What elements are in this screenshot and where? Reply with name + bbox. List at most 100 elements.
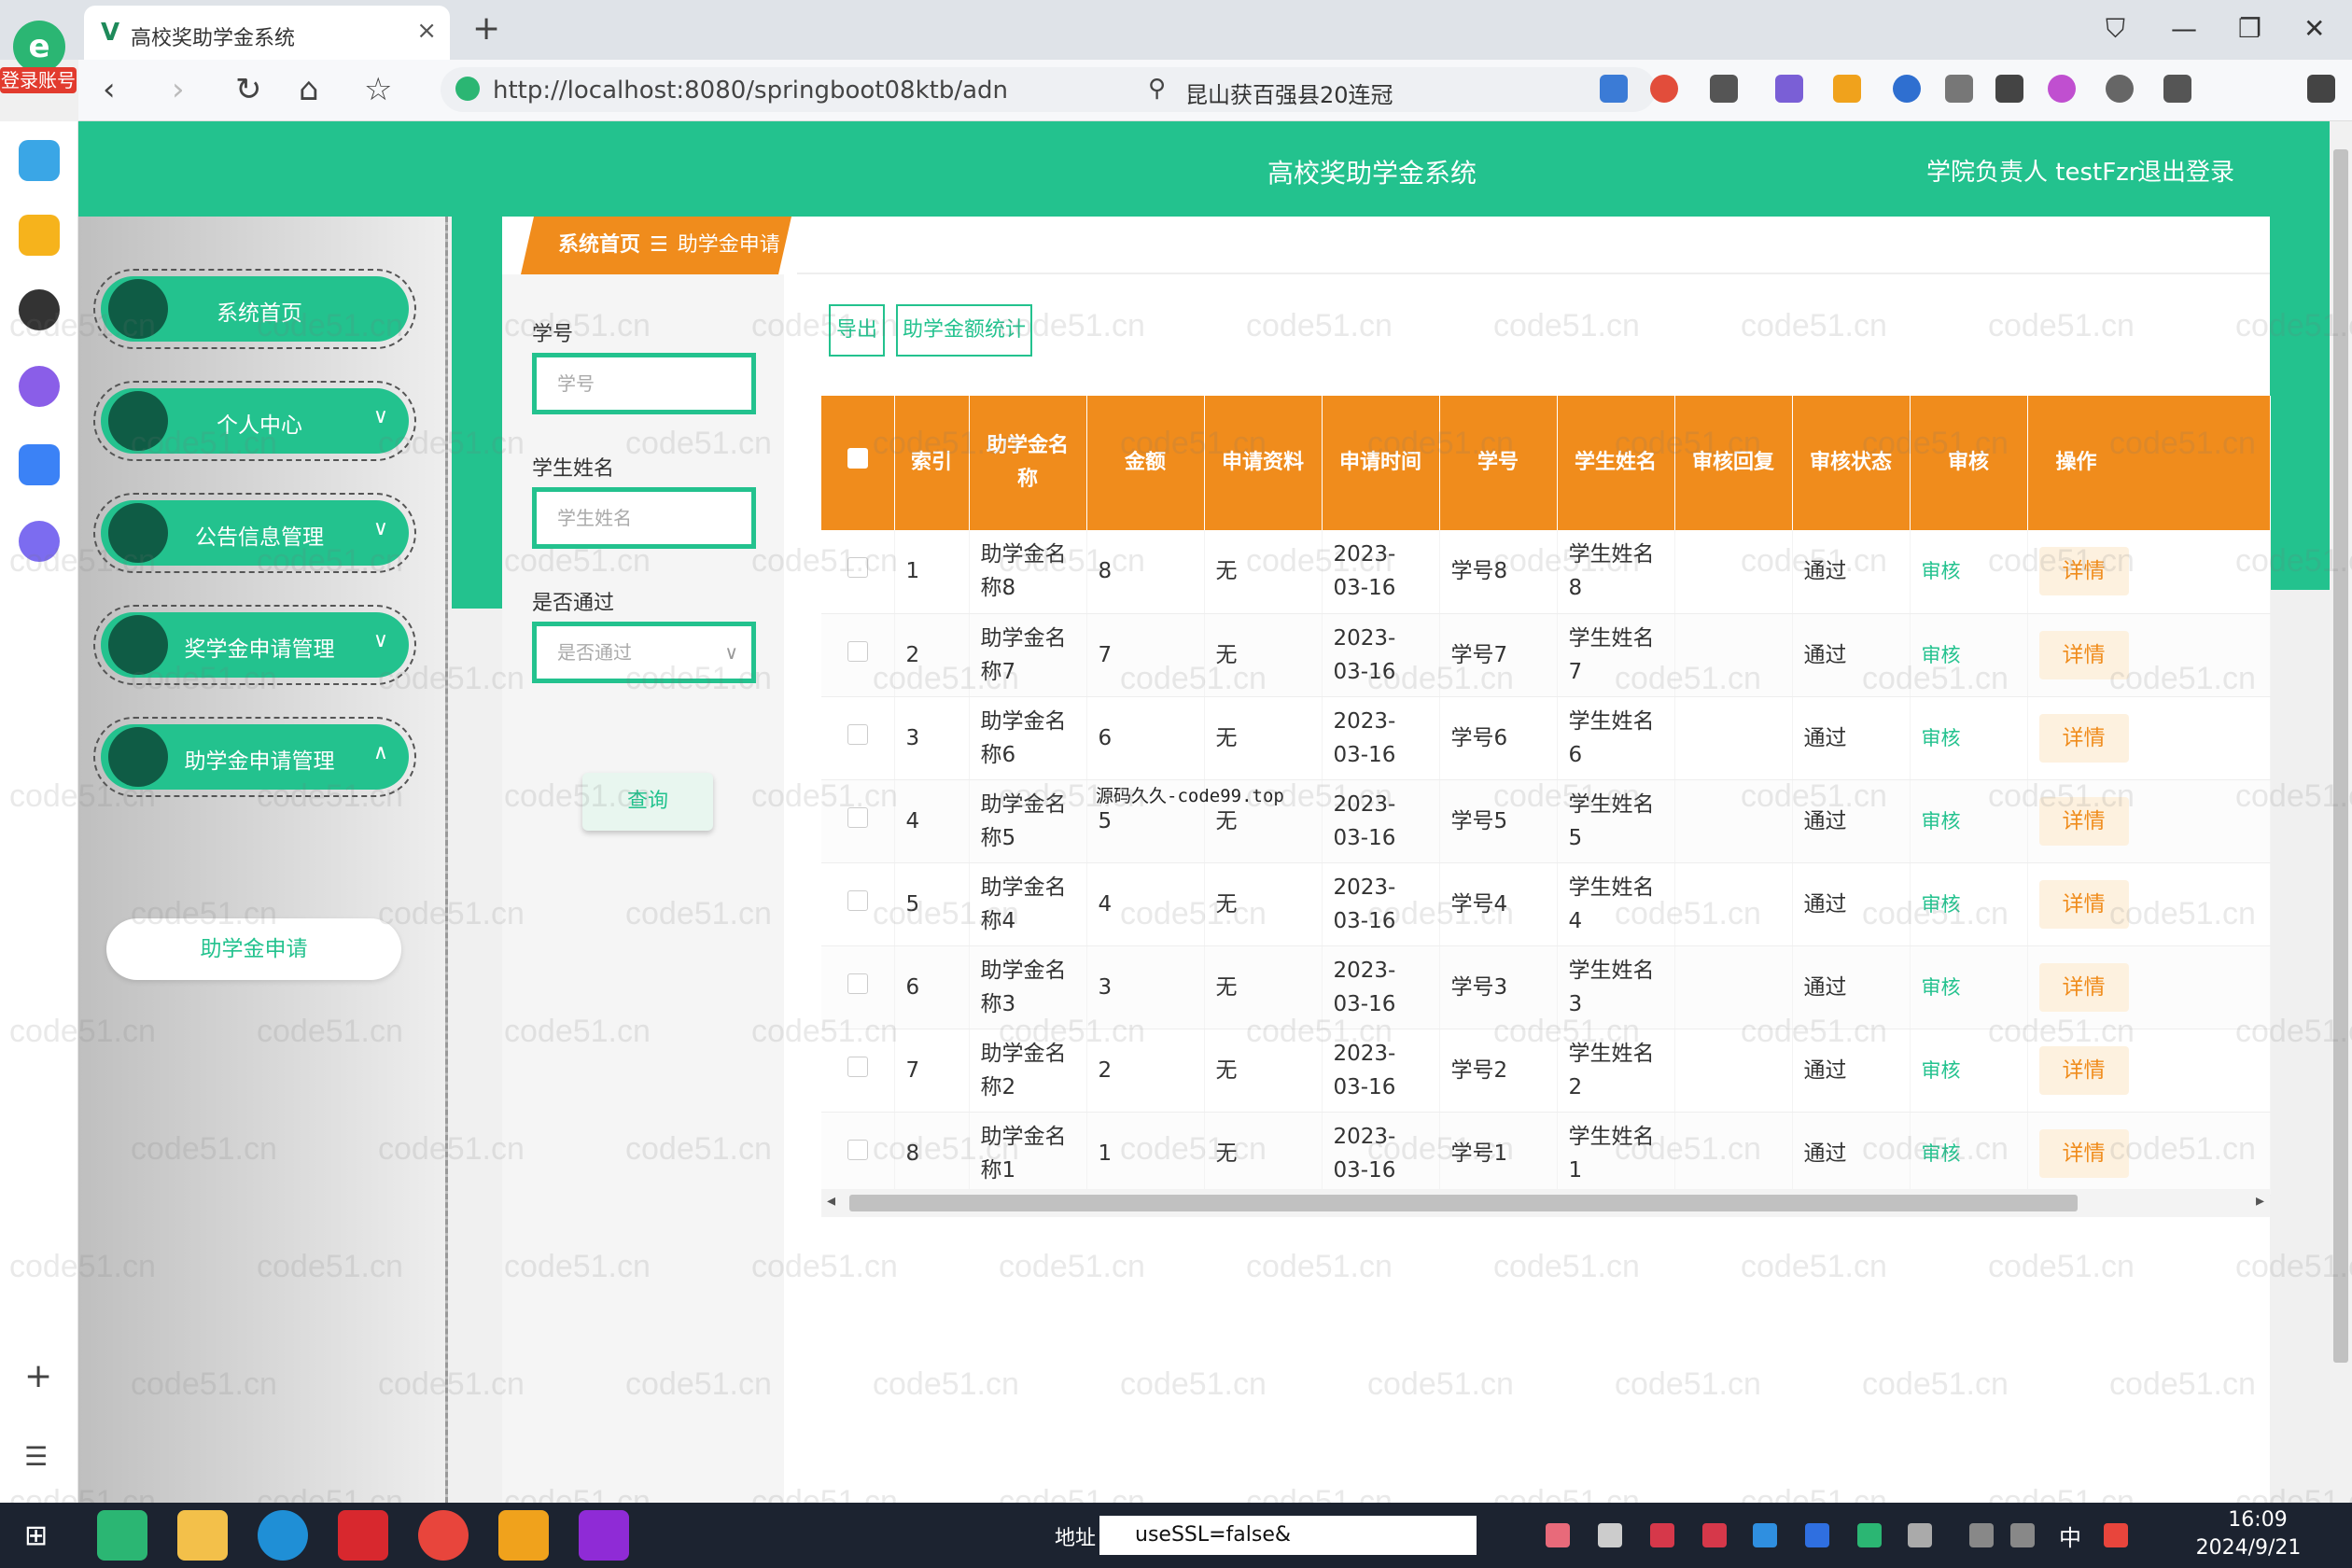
menu-icon[interactable] — [2307, 75, 2335, 103]
file-explorer-icon[interactable] — [177, 1510, 228, 1561]
grid-icon[interactable] — [1995, 75, 2023, 103]
edge-icon[interactable] — [258, 1510, 308, 1561]
home-icon[interactable]: ⌂ — [299, 71, 319, 108]
review-link[interactable]: 审核 — [1922, 1059, 1961, 1082]
network-icon[interactable] — [1908, 1523, 1932, 1547]
restore-icon[interactable]: ❐ — [2238, 13, 2261, 44]
review-link[interactable]: 审核 — [1922, 1142, 1961, 1165]
row-checkbox[interactable] — [847, 557, 868, 579]
sidebar-item-personal-center[interactable]: 个人中心 ∨ — [93, 381, 416, 461]
window-close-icon[interactable]: ✕ — [2303, 13, 2325, 44]
review-link[interactable]: 审核 — [1922, 644, 1961, 666]
detail-button[interactable]: 详情 — [2038, 962, 2129, 1012]
row-checkbox[interactable] — [847, 1056, 868, 1077]
translate-app-icon[interactable] — [19, 140, 60, 181]
scrollbar-thumb[interactable] — [849, 1195, 2078, 1211]
breadcrumb-home[interactable]: 系统首页 — [558, 233, 640, 257]
tray-app-icon[interactable] — [1702, 1523, 1727, 1547]
sidebar-item-notice-management[interactable]: 公告信息管理 ∨ — [93, 493, 416, 573]
star-icon[interactable]: ☆ — [364, 71, 392, 108]
ime-indicator[interactable]: 中 — [2059, 1519, 2081, 1552]
row-checkbox[interactable] — [847, 640, 868, 662]
brightness-icon[interactable] — [2106, 75, 2134, 103]
clock-time[interactable]: 16:09 — [2178, 1508, 2337, 1532]
list-icon[interactable]: ☰ — [24, 1441, 48, 1472]
tray-app-icon[interactable] — [1650, 1523, 1674, 1547]
detail-button[interactable]: 详情 — [2038, 630, 2129, 679]
row-checkbox[interactable] — [847, 889, 868, 911]
row-checkbox[interactable] — [847, 1139, 868, 1160]
browser-search-box[interactable]: ⚲ 昆山获百强县20连冠 — [1133, 67, 1656, 112]
add-icon[interactable]: + — [24, 1357, 52, 1395]
ai-assistant-icon[interactable] — [19, 366, 60, 407]
review-link[interactable]: 审核 — [1922, 976, 1961, 999]
scrollbar-thumb[interactable] — [2333, 149, 2348, 1363]
tray-app-icon[interactable] — [1546, 1523, 1570, 1547]
address-bar[interactable]: http://localhost:8080/springboot08ktb/ad… — [441, 67, 1178, 112]
tray-app-icon[interactable] — [1805, 1523, 1829, 1547]
weibo-icon[interactable] — [1650, 75, 1678, 103]
review-link[interactable]: 审核 — [1922, 893, 1961, 916]
detail-button[interactable]: 详情 — [2038, 796, 2129, 846]
sidebar-item-scholarship-management[interactable]: 奖学金申请管理 ∨ — [93, 605, 416, 685]
browser-tab[interactable]: V 高校奖助学金系统 × — [84, 6, 450, 60]
browser-app-icon[interactable] — [97, 1510, 147, 1561]
minimize-icon[interactable]: — — [2171, 13, 2197, 44]
ide-icon[interactable] — [579, 1510, 629, 1561]
detail-button[interactable]: 详情 — [2038, 547, 2129, 596]
shield-icon[interactable] — [1833, 75, 1861, 103]
zoom-search-icon[interactable] — [1893, 75, 1921, 103]
shirt-icon[interactable]: ⛉ — [2106, 13, 2125, 45]
reload-icon[interactable]: ↻ — [235, 71, 262, 108]
volume-icon[interactable] — [2010, 1523, 2035, 1547]
detail-button[interactable]: 详情 — [2038, 713, 2129, 763]
chrome-icon[interactable] — [418, 1510, 469, 1561]
back-icon[interactable]: ‹ — [103, 71, 116, 108]
robot-icon[interactable] — [19, 289, 60, 330]
tray-app-icon[interactable] — [1753, 1523, 1777, 1547]
wechat-icon[interactable] — [1857, 1523, 1882, 1547]
row-checkbox[interactable] — [847, 806, 868, 828]
url-text[interactable]: http://localhost:8080/springboot08ktb/ad… — [493, 77, 1146, 105]
ai-icon[interactable] — [2048, 75, 2076, 103]
usb-icon[interactable] — [1598, 1523, 1622, 1547]
review-link[interactable]: 审核 — [1922, 810, 1961, 833]
sidebar-item-home[interactable]: 系统首页 — [93, 269, 416, 349]
detail-button[interactable]: 详情 — [2038, 1045, 2129, 1095]
sidebar-item-grant-management[interactable]: 助学金申请管理 ∧ — [93, 717, 416, 797]
logout-link[interactable]: 退出登录 — [2137, 153, 2234, 188]
grant-stats-button[interactable]: 助学金额统计 — [896, 304, 1032, 357]
start-icon[interactable]: ⊞ — [24, 1519, 48, 1552]
student-id-input[interactable]: 学号 — [532, 353, 756, 414]
address-toolbar-input[interactable]: useSSL=false& — [1099, 1516, 1477, 1555]
detail-button[interactable]: 详情 — [2038, 879, 2129, 929]
scroll-right-icon[interactable]: ▸ — [2256, 1191, 2264, 1211]
undo-icon[interactable] — [2163, 75, 2191, 103]
forward-icon[interactable]: › — [172, 71, 185, 108]
chat-bot-icon[interactable] — [19, 521, 60, 562]
puzzle-icon[interactable] — [1945, 75, 1973, 103]
row-checkbox[interactable] — [847, 973, 868, 994]
scissors-icon[interactable] — [1710, 75, 1738, 103]
paw-app-icon[interactable] — [498, 1510, 549, 1561]
search-suggestion[interactable]: 昆山获百强县20连冠 — [1185, 77, 1393, 109]
close-icon[interactable]: × — [416, 17, 437, 45]
clock-date[interactable]: 2024/9/21 — [2160, 1536, 2337, 1560]
vertical-scrollbar[interactable] — [2330, 121, 2352, 1503]
horizontal-scrollbar[interactable]: ◂ ▸ — [821, 1189, 2270, 1217]
favorite-icon[interactable] — [19, 215, 60, 256]
student-name-input[interactable]: 学生姓名 — [532, 487, 756, 549]
query-button[interactable]: 查询 — [582, 773, 713, 831]
translate-icon[interactable] — [1775, 75, 1803, 103]
browser-logo-icon[interactable]: e — [13, 21, 65, 73]
wifi-icon[interactable] — [1969, 1523, 1994, 1547]
row-checkbox[interactable] — [847, 723, 868, 745]
sidebar-subitem-grant-application[interactable]: 助学金申请 — [106, 918, 401, 980]
scroll-left-icon[interactable]: ◂ — [827, 1191, 835, 1211]
new-tab-icon[interactable]: + — [472, 9, 500, 48]
ai-app-icon[interactable] — [19, 444, 60, 485]
detail-button[interactable]: 详情 — [2038, 1128, 2129, 1178]
export-button[interactable]: 导出 — [829, 304, 885, 357]
wps-icon[interactable] — [338, 1510, 388, 1561]
mail-icon[interactable] — [1600, 75, 1628, 103]
